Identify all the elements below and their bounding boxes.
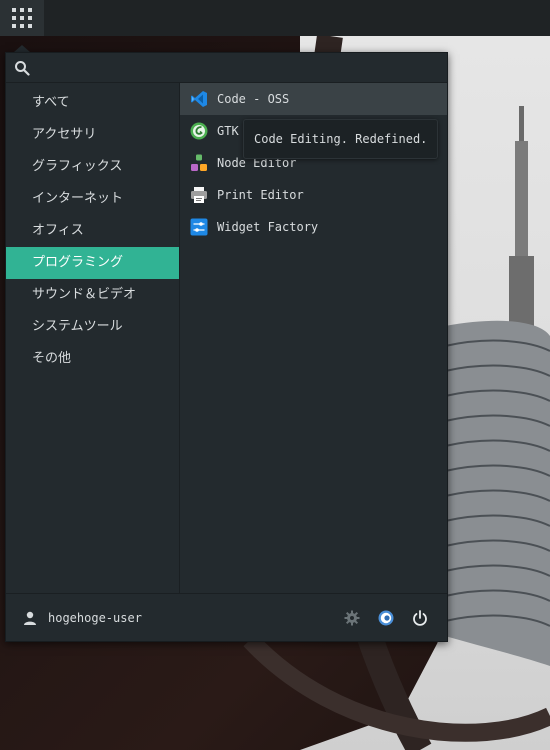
category-all[interactable]: すべて	[6, 87, 179, 119]
category-system-tools[interactable]: システムツール	[6, 311, 179, 343]
search-input[interactable]	[36, 59, 440, 76]
vscode-icon	[191, 91, 207, 107]
username: hogehoge-user	[48, 611, 142, 625]
top-panel	[0, 0, 550, 36]
widget-factory-icon	[190, 218, 208, 236]
app-label: Code - OSS	[217, 92, 290, 106]
category-programming[interactable]: プログラミング	[6, 247, 179, 279]
settings-icon	[344, 610, 360, 626]
app-label: Print Editor	[217, 188, 304, 202]
category-graphics[interactable]: グラフィックス	[6, 151, 179, 183]
app-label: GTK	[217, 124, 239, 138]
application-list: Code - OSS GTK Node Editor Print Editor …	[180, 83, 447, 593]
user-icon	[24, 611, 36, 625]
app-tooltip: Code Editing. Redefined.	[243, 119, 439, 159]
category-accessories[interactable]: アクセサリ	[6, 119, 179, 151]
node-editor-icon	[191, 154, 207, 171]
app-label: Widget Factory	[217, 220, 319, 234]
category-other[interactable]: その他	[6, 343, 179, 375]
applications-menu-button[interactable]	[0, 0, 44, 36]
app-grid-icon	[12, 8, 32, 28]
menu-footer: hogehoge-user	[6, 593, 447, 642]
menu-pointer-arrow	[14, 45, 30, 52]
category-list: すべて アクセサリ グラフィックス インターネット オフィス プログラミング サ…	[6, 83, 180, 593]
lock-screen-button[interactable]	[376, 608, 396, 628]
settings-button[interactable]	[342, 608, 362, 628]
app-item-print-editor[interactable]: Print Editor	[180, 179, 447, 211]
category-sound-video[interactable]: サウンド＆ビデオ	[6, 279, 179, 311]
power-button[interactable]	[410, 608, 430, 628]
search-bar	[6, 53, 447, 83]
gtk-demo-icon	[190, 122, 208, 140]
app-item-widget-factory[interactable]: Widget Factory	[180, 211, 447, 243]
lock-toggle-icon	[378, 610, 394, 626]
print-editor-icon	[191, 187, 207, 203]
app-item-code-oss[interactable]: Code - OSS	[180, 83, 447, 115]
category-office[interactable]: オフィス	[6, 215, 179, 247]
power-icon	[413, 610, 427, 626]
search-icon	[15, 60, 30, 76]
category-internet[interactable]: インターネット	[6, 183, 179, 215]
